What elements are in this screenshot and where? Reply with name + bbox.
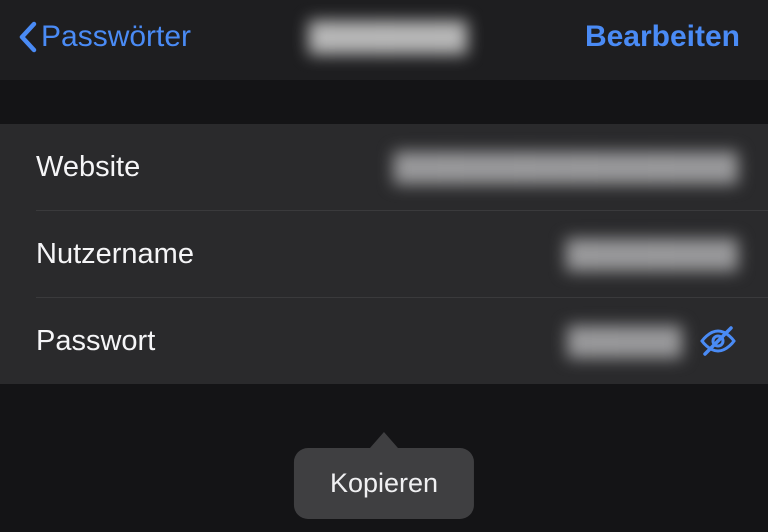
popover-arrow — [370, 432, 398, 448]
website-value: ██████████████████ — [394, 152, 738, 183]
chevron-left-icon — [18, 21, 37, 53]
back-button[interactable]: Passwörter — [18, 20, 191, 54]
website-row[interactable]: Website ██████████████████ — [0, 124, 768, 210]
password-label: Passwort — [36, 325, 155, 358]
username-value: █████████ — [566, 239, 738, 270]
copy-menu-item[interactable]: Kopieren — [294, 448, 474, 519]
navigation-bar: Passwörter ████████ Bearbeiten — [0, 0, 768, 80]
copy-label: Kopieren — [330, 468, 438, 498]
edit-button[interactable]: Bearbeiten — [585, 20, 740, 54]
username-label: Nutzername — [36, 238, 194, 271]
website-label: Website — [36, 151, 140, 184]
eye-off-icon[interactable] — [698, 325, 738, 357]
context-menu: Kopieren — [294, 432, 474, 519]
password-value: ██████ — [567, 326, 682, 357]
page-title: ████████ — [309, 21, 468, 53]
password-value-container: ██████ — [567, 325, 738, 357]
username-row[interactable]: Nutzername █████████ — [0, 211, 768, 297]
credentials-section: Website ██████████████████ Nutzername ██… — [0, 124, 768, 384]
back-label: Passwörter — [41, 20, 191, 54]
password-row[interactable]: Passwort ██████ — [0, 298, 768, 384]
